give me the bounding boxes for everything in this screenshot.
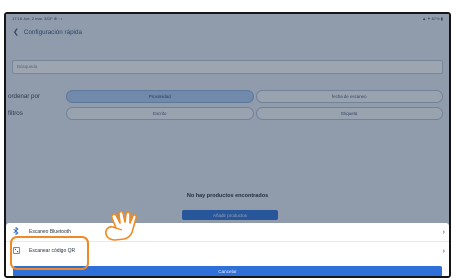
bluetooth-scan-label: Escaneo Bluetooth <box>29 229 71 235</box>
chevron-right-icon: › <box>442 247 445 255</box>
pointing-hand-icon <box>105 210 137 241</box>
highlight-callout <box>10 236 89 270</box>
chevron-right-icon: › <box>442 228 445 236</box>
screenshot-stage: 17:18 Jue, 2 mar. 3/DF ⊕ ◦ • ▲ ✦ 87% ▮ ❮… <box>0 0 457 280</box>
